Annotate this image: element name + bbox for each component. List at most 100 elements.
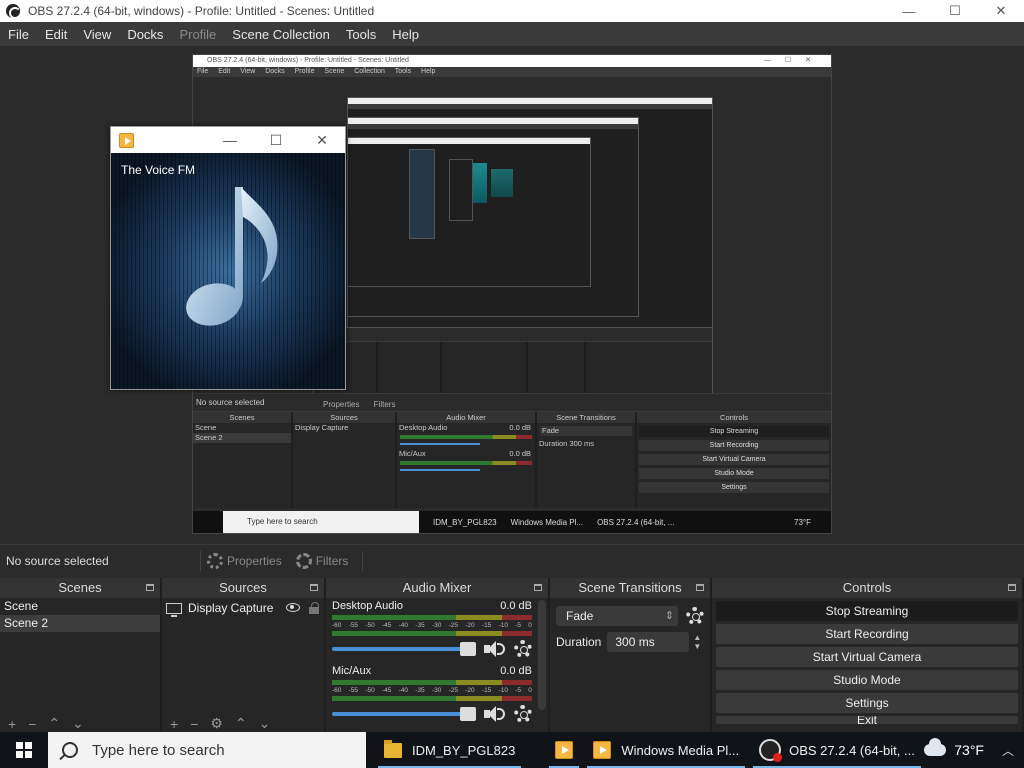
taskbar-item-label: OBS 27.2.4 (64-bit, ... xyxy=(789,742,915,758)
lock-icon[interactable] xyxy=(309,602,319,614)
docks-area: Scenes Scene Scene 2 + − ⌃ ⌄ Sources Dis… xyxy=(0,578,1024,732)
media-player-visualization[interactable]: The Voice FM xyxy=(111,153,345,389)
captured-mixer-ch1: Desktop Audio 0.0 dB xyxy=(399,423,531,432)
media-player-title-bar[interactable]: — ☐ ✕ xyxy=(111,127,345,153)
duration-stepper[interactable]: ▲ ▼ xyxy=(693,633,701,651)
media-player-minimize-button[interactable]: — xyxy=(207,127,253,153)
eye-icon[interactable] xyxy=(286,603,300,612)
mixer-scrollbar[interactable] xyxy=(538,600,546,710)
mixer-channel-desktop-audio: Desktop Audio 0.0 dB -60 -55 -50 -45 -40 -35-… xyxy=(326,598,538,661)
transition-type-select[interactable]: Fade xyxy=(556,606,678,626)
channel-name: Desktop Audio xyxy=(332,600,403,612)
captured-mixer-dock: Audio Mixer Desktop Audio 0.0 dB Mic/Aux… xyxy=(397,412,537,508)
media-player-maximize-button[interactable]: ☐ xyxy=(253,127,299,153)
undock-icon[interactable] xyxy=(310,584,318,591)
move-source-down-button[interactable]: ⌄ xyxy=(259,715,271,732)
source-properties-button[interactable]: ⚙ xyxy=(210,715,223,732)
media-player-icon xyxy=(593,741,612,759)
studio-mode-button[interactable]: Studio Mode xyxy=(716,670,1018,690)
speaker-icon[interactable] xyxy=(484,705,506,723)
obs-app-icon xyxy=(6,4,21,19)
selection-status: No source selected xyxy=(6,553,109,568)
media-player-window[interactable]: — ☐ ✕ The Voice FM xyxy=(110,126,346,390)
close-button[interactable]: ✕ xyxy=(978,0,1024,22)
menu-tools[interactable]: Tools xyxy=(338,27,384,42)
undock-icon[interactable] xyxy=(1008,584,1016,591)
station-name: The Voice FM xyxy=(121,163,196,177)
minimize-button[interactable]: — xyxy=(886,0,932,22)
music-note-icon xyxy=(186,187,278,326)
gear-icon xyxy=(207,552,223,569)
start-virtual-camera-button[interactable]: Start Virtual Camera xyxy=(716,647,1018,667)
media-player-icon xyxy=(555,741,574,759)
sources-dock: Sources Display Capture + − ⚙ ⌃ ⌄ xyxy=(162,578,324,732)
volume-slider-handle[interactable] xyxy=(460,707,476,721)
taskbar-item-windows-media-player[interactable]: Windows Media Pl... xyxy=(583,732,749,768)
channel-db: 0.0 dB xyxy=(500,665,532,677)
settings-button[interactable]: Settings xyxy=(716,693,1018,713)
media-player-controls: — ☐ ✕ xyxy=(207,127,345,153)
undock-icon[interactable] xyxy=(696,584,704,591)
obs-icon xyxy=(759,739,783,762)
gear-icon[interactable] xyxy=(514,705,532,723)
start-button[interactable] xyxy=(0,732,48,768)
volume-meter xyxy=(332,696,532,701)
chevron-up-icon[interactable]: ︿ xyxy=(1002,742,1014,759)
captured-menu-bar: File Edit View Docks Profile Scene Colle… xyxy=(193,67,831,77)
duration-input[interactable]: 300 ms xyxy=(607,632,690,652)
move-scene-up-button[interactable]: ⌃ xyxy=(48,715,60,732)
filters-button[interactable]: Filters xyxy=(295,552,348,569)
captured-meter xyxy=(400,435,532,439)
scene-item-scene-2[interactable]: Scene 2 xyxy=(0,615,160,632)
search-icon xyxy=(62,742,78,758)
recursive-frame xyxy=(449,159,473,221)
captured-mixer-title: Audio Mixer xyxy=(397,412,535,423)
menu-file[interactable]: File xyxy=(0,27,37,42)
add-source-button[interactable]: + xyxy=(170,716,178,732)
taskbar-search[interactable]: Type here to search xyxy=(48,732,366,768)
captured-search: Type here to search xyxy=(223,511,419,533)
captured-sources-dock: Sources Display Capture xyxy=(293,412,397,508)
captured-title: OBS 27.2.4 (64-bit, windows) - Profile: … xyxy=(207,57,409,64)
menu-scene-collection[interactable]: Scene Collection xyxy=(224,27,338,42)
captured-status-text: No source selected xyxy=(196,398,265,407)
stop-streaming-button[interactable]: Stop Streaming xyxy=(716,601,1018,621)
captured-weather: 73°F xyxy=(794,517,811,527)
gear-icon[interactable] xyxy=(686,607,704,625)
maximize-button[interactable]: ☐ xyxy=(932,0,978,22)
windows-taskbar: Type here to search IDM_BY_PGL823 Window… xyxy=(0,732,1024,768)
remove-scene-button[interactable]: − xyxy=(28,716,36,732)
audio-mixer-dock-header: Audio Mixer xyxy=(326,578,548,598)
menu-view[interactable]: View xyxy=(75,27,119,42)
captured-scene-item: Scene 2 xyxy=(193,433,291,443)
scenes-dock: Scenes Scene Scene 2 + − ⌃ ⌄ xyxy=(0,578,160,732)
add-scene-button[interactable]: + xyxy=(8,716,16,732)
move-scene-down-button[interactable]: ⌄ xyxy=(72,715,84,732)
scenes-dock-header: Scenes xyxy=(0,578,160,598)
undock-icon[interactable] xyxy=(534,584,542,591)
taskbar-item-idm-folder[interactable]: IDM_BY_PGL823 xyxy=(374,732,525,768)
volume-slider-handle[interactable] xyxy=(460,642,476,656)
scene-item-scene[interactable]: Scene xyxy=(0,598,160,615)
taskbar-item-player[interactable] xyxy=(545,732,583,768)
exit-button[interactable]: Exit xyxy=(716,716,1018,724)
gear-icon[interactable] xyxy=(514,640,532,658)
captured-controls-title: Controls xyxy=(637,412,831,423)
preview-canvas[interactable]: OBS 27.2.4 (64-bit, windows) - Profile: … xyxy=(0,46,1024,544)
menu-docks[interactable]: Docks xyxy=(119,27,171,42)
speaker-icon[interactable] xyxy=(484,640,506,658)
start-recording-button[interactable]: Start Recording xyxy=(716,624,1018,644)
menu-help[interactable]: Help xyxy=(384,27,427,42)
media-player-close-button[interactable]: ✕ xyxy=(299,127,345,153)
volume-slider[interactable] xyxy=(332,642,476,656)
volume-meter xyxy=(332,631,532,636)
remove-source-button[interactable]: − xyxy=(190,716,198,732)
undock-icon[interactable] xyxy=(146,584,154,591)
source-item-display-capture[interactable]: Display Capture xyxy=(162,598,324,618)
menu-edit[interactable]: Edit xyxy=(37,27,75,42)
taskbar-item-obs[interactable]: OBS 27.2.4 (64-bit, ... xyxy=(749,732,925,768)
move-source-up-button[interactable]: ⌃ xyxy=(235,715,247,732)
weather-widget[interactable]: 73°F xyxy=(924,732,984,768)
volume-slider[interactable] xyxy=(332,707,476,721)
properties-button[interactable]: Properties xyxy=(207,552,282,569)
